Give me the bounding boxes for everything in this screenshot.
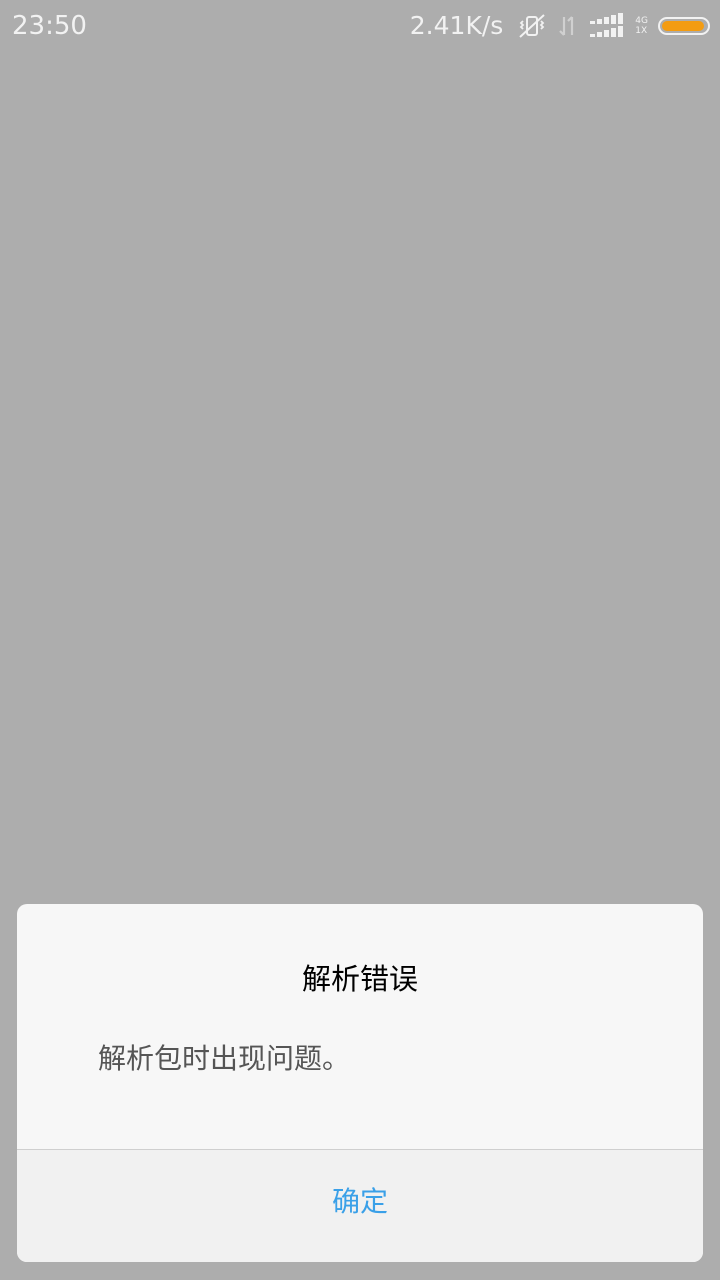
network-type: 4G 1X [635, 16, 648, 36]
dialog-title: 解析错误 [301, 962, 418, 996]
vibrate-off-icon [517, 12, 547, 40]
error-dialog: 解析错误 解析包时出现问题。 确定 [17, 904, 703, 1262]
status-time: 23:50 [12, 11, 87, 41]
data-transfer-icon [557, 13, 579, 39]
network-type-top: 4G [635, 16, 648, 26]
screen: 23:50 2.41K/s 4G 1X 解析错误 解析包时出现问题。 确定 [0, 0, 720, 1280]
status-bar: 23:50 2.41K/s 4G 1X [0, 0, 720, 52]
network-type-bottom: 1X [635, 26, 648, 36]
network-speed: 2.41K/s [409, 11, 504, 40]
confirm-button-label: 确定 [331, 1185, 388, 1218]
battery-icon [658, 17, 710, 35]
dialog-message: 解析包时出现问题。 [98, 1042, 351, 1075]
confirm-button[interactable]: 确定 [17, 1150, 703, 1262]
battery-level [662, 21, 704, 31]
signal-icon [589, 13, 629, 39]
status-icons: 2.41K/s 4G 1X [410, 10, 710, 42]
